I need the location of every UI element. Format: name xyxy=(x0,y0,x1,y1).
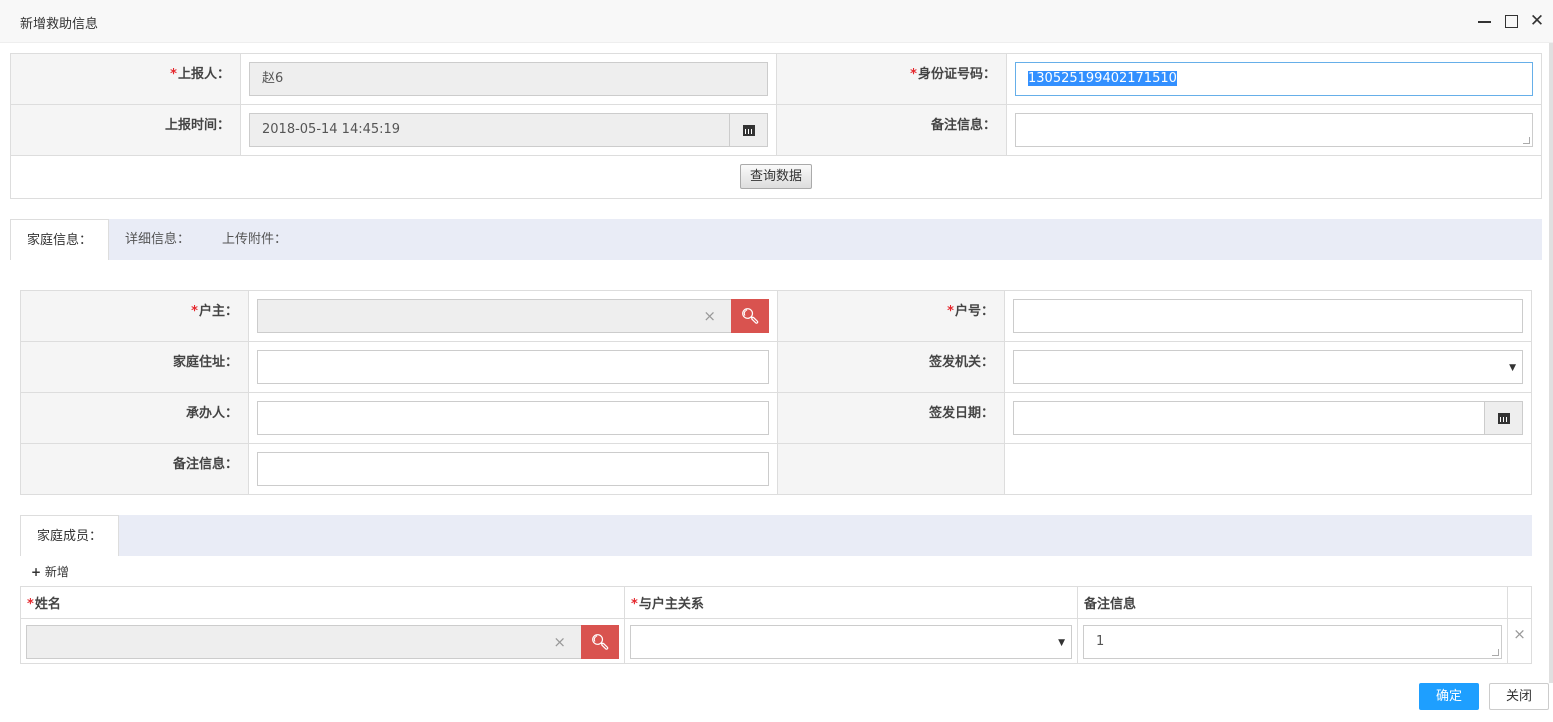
calendar-button[interactable] xyxy=(729,113,768,147)
reporter-label-cell: *上报人： xyxy=(10,53,241,105)
issuing-authority-select[interactable]: ▼ xyxy=(1013,350,1523,384)
report-time-input[interactable]: 2018-05-14 14:45:19 xyxy=(249,113,768,147)
close-icon[interactable]: ✕ xyxy=(1529,12,1545,30)
household-number-input[interactable] xyxy=(1013,299,1523,333)
column-header-name: *姓名 xyxy=(20,586,625,619)
family-form: *户主： × 🔍︎ *户号： 家庭住址： 签发机关： ▼ 承办人： 签发日期： … xyxy=(20,290,1532,495)
column-header-relation: *与户主关系 xyxy=(624,586,1078,619)
resize-handle-icon[interactable] xyxy=(1523,137,1530,144)
issue-date-input[interactable] xyxy=(1013,401,1523,435)
search-icon: 🔍︎ xyxy=(740,307,760,325)
id-label-cell: *身份证号码： xyxy=(776,53,1007,105)
householder-search-button[interactable]: 🔍︎ xyxy=(731,299,769,333)
report-time-label-cell: 上报时间： xyxy=(10,104,241,156)
member-name-input[interactable]: × 🔍︎ xyxy=(26,625,619,659)
dialog-title: 新增救助信息 xyxy=(20,17,99,32)
delete-row-icon[interactable]: × xyxy=(1507,618,1532,664)
close-button[interactable]: 关闭 xyxy=(1489,683,1549,710)
issue-date-calendar-button[interactable] xyxy=(1484,401,1523,435)
members-table: *姓名 *与户主关系 备注信息 × 🔍︎ ▼ 1 × xyxy=(20,586,1532,664)
member-remark-textarea[interactable]: 1 xyxy=(1083,625,1502,659)
caret-down-icon: ▼ xyxy=(1058,638,1065,648)
reporter-input[interactable]: 赵6 xyxy=(249,62,768,96)
search-icon: 🔍︎ xyxy=(590,633,610,651)
report-remark-label-cell: 备注信息： xyxy=(776,104,1007,156)
query-data-button[interactable]: 查询数据 xyxy=(740,164,812,189)
tab-upload-attachment[interactable]: 上传附件： xyxy=(206,219,303,260)
clear-icon[interactable]: × xyxy=(553,626,566,658)
members-tabs: 家庭成员： xyxy=(20,515,1532,556)
plus-icon: + xyxy=(31,565,42,579)
report-remark-textarea[interactable] xyxy=(1015,113,1533,147)
clear-icon[interactable]: × xyxy=(703,300,716,332)
family-address-input[interactable] xyxy=(257,350,769,384)
dialog-titlebar: 新增救助信息 ✕ xyxy=(0,0,1553,43)
householder-input[interactable]: × 🔍︎ xyxy=(257,299,769,333)
resize-handle-icon[interactable] xyxy=(1492,649,1499,656)
scrollbar[interactable] xyxy=(1549,43,1553,683)
main-tabs: 家庭信息： 详细信息： 上传附件： xyxy=(10,219,1542,260)
maximize-icon[interactable] xyxy=(1503,12,1519,30)
tab-detail-info[interactable]: 详细信息： xyxy=(109,219,206,260)
calendar-icon xyxy=(1497,412,1510,424)
column-header-remark: 备注信息 xyxy=(1077,586,1508,619)
minimize-icon[interactable] xyxy=(1477,12,1493,30)
calendar-icon xyxy=(742,124,755,136)
relation-select[interactable]: ▼ xyxy=(630,625,1072,659)
handler-input[interactable] xyxy=(257,401,769,435)
id-number-input[interactable]: 130525199402171510 xyxy=(1015,62,1533,96)
member-search-button[interactable]: 🔍︎ xyxy=(581,625,619,659)
tab-family-info[interactable]: 家庭信息： xyxy=(10,219,110,260)
add-member-link[interactable]: + 新增 xyxy=(31,563,69,580)
family-remark-input[interactable] xyxy=(257,452,769,486)
window-controls: ✕ xyxy=(1477,12,1545,30)
tab-family-members[interactable]: 家庭成员： xyxy=(20,515,120,556)
table-row: × 🔍︎ ▼ 1 × xyxy=(20,618,1532,664)
caret-down-icon: ▼ xyxy=(1509,363,1516,373)
confirm-button[interactable]: 确定 xyxy=(1419,683,1479,710)
